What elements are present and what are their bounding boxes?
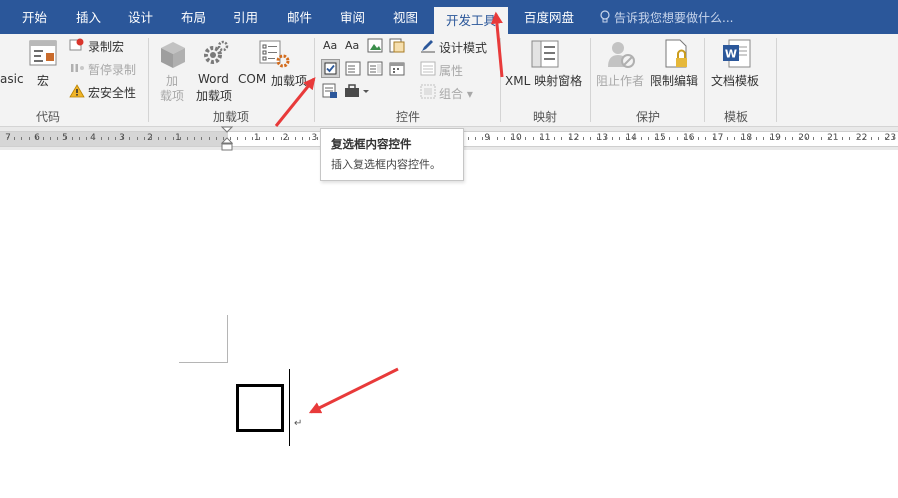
arrow-to-checkbox-button: [274, 77, 316, 127]
arrow-to-developer-tab: [490, 11, 504, 78]
arrow-to-inserted-checkbox: [308, 367, 399, 414]
annotation-arrows: [274, 11, 504, 414]
